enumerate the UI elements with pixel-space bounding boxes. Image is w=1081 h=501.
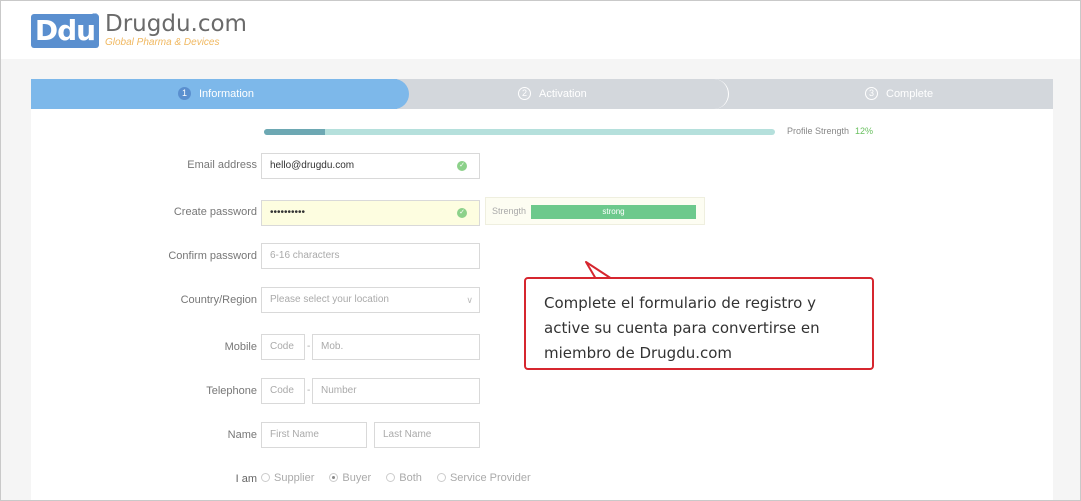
page-frame: Ddu ® Drugdu.com Global Pharma & Devices… [0, 0, 1081, 501]
callout-tooltip: Complete el formulario de registro y act… [524, 277, 874, 370]
check-icon: ✓ [457, 208, 467, 218]
email-value: hello@drugdu.com [270, 160, 355, 171]
radio-supplier[interactable]: Supplier [261, 472, 314, 484]
radio-both[interactable]: Both [386, 472, 422, 484]
country-placeholder: Please select your location [270, 294, 389, 305]
step-information: 1 Information [31, 79, 409, 109]
profile-strength-fill [264, 129, 326, 135]
iam-radio-group: Supplier Buyer Both Service Provider [261, 472, 543, 484]
profile-strength-value: 12% [855, 126, 874, 136]
strength-label: Strength [492, 206, 527, 216]
password-value: •••••••••• [270, 207, 306, 218]
step-bar: 1 Information 2 Activation 3 Complete [31, 79, 1053, 109]
password-strength-meter: Strength strong [485, 197, 705, 225]
first-name-field[interactable]: First Name [261, 422, 367, 448]
telephone-number-field[interactable]: Number [312, 378, 480, 404]
step-number: 3 [865, 86, 878, 100]
telephone-code-placeholder: Code [270, 385, 294, 396]
email-field[interactable]: hello@drugdu.com ✓ [261, 153, 480, 179]
confirm-password-field[interactable]: 6-16 characters [261, 243, 480, 269]
strength-bar: strong [531, 205, 696, 219]
step-divider [709, 79, 729, 109]
confirm-password-placeholder: 6-16 characters [270, 250, 340, 261]
strength-value: strong [602, 207, 625, 216]
mobile-code-placeholder: Code [270, 341, 294, 352]
telephone-label: Telephone [206, 385, 257, 397]
step-label: Information [199, 88, 255, 100]
mobile-number-placeholder: Mob. [321, 341, 344, 352]
country-label: Country/Region [180, 294, 257, 306]
mobile-code-field[interactable]: Code [261, 334, 305, 360]
last-name-placeholder: Last Name [383, 429, 432, 440]
step-activation: 2 Activation [518, 79, 587, 109]
radio-buyer[interactable]: Buyer [329, 472, 371, 484]
iam-label: I am [235, 473, 257, 485]
first-name-placeholder: First Name [270, 429, 319, 440]
callout-text: Complete el formulario de registro y act… [544, 294, 820, 362]
email-label: Email address [187, 159, 257, 171]
radio-label: Both [399, 472, 422, 484]
profile-strength-label: Profile Strength [787, 126, 850, 136]
name-label: Name [227, 429, 257, 441]
password-field[interactable]: •••••••••• ✓ [261, 200, 480, 226]
country-select[interactable]: Please select your location ∨ [261, 287, 480, 313]
step-label: Activation [539, 88, 587, 100]
radio-service-provider[interactable]: Service Provider [436, 472, 531, 484]
radio-label: Buyer [342, 472, 372, 484]
telephone-number-placeholder: Number [321, 385, 357, 396]
registered-mark: ® [91, 12, 99, 23]
radio-icon [261, 472, 270, 482]
logo[interactable]: Ddu [31, 14, 99, 48]
brand-tagline: Global Pharma & Devices [105, 37, 220, 48]
radio-icon [329, 472, 339, 482]
mobile-label: Mobile [224, 341, 257, 353]
radio-icon [436, 472, 446, 482]
telephone-code-field[interactable]: Code [261, 378, 305, 404]
brand-name: Drugdu.com [105, 11, 247, 37]
profile-strength-bar [264, 129, 775, 135]
radio-label: Supplier [274, 472, 315, 484]
step-number: 1 [178, 86, 191, 100]
mobile-number-field[interactable]: Mob. [312, 334, 480, 360]
radio-label: Service Provider [449, 472, 531, 484]
chevron-down-icon: ∨ [466, 295, 473, 305]
dash: - [307, 385, 311, 396]
last-name-field[interactable]: Last Name [374, 422, 480, 448]
step-complete: 3 Complete [865, 79, 933, 109]
logo-text: Ddu [34, 14, 96, 47]
check-icon: ✓ [457, 161, 467, 171]
confirm-password-label: Confirm password [168, 250, 257, 262]
radio-icon [386, 472, 396, 482]
dash: - [307, 341, 311, 352]
password-label: Create password [173, 206, 257, 218]
site-header: Ddu ® Drugdu.com Global Pharma & Devices [1, 1, 1080, 59]
step-number: 2 [518, 86, 531, 100]
step-label: Complete [886, 88, 934, 100]
